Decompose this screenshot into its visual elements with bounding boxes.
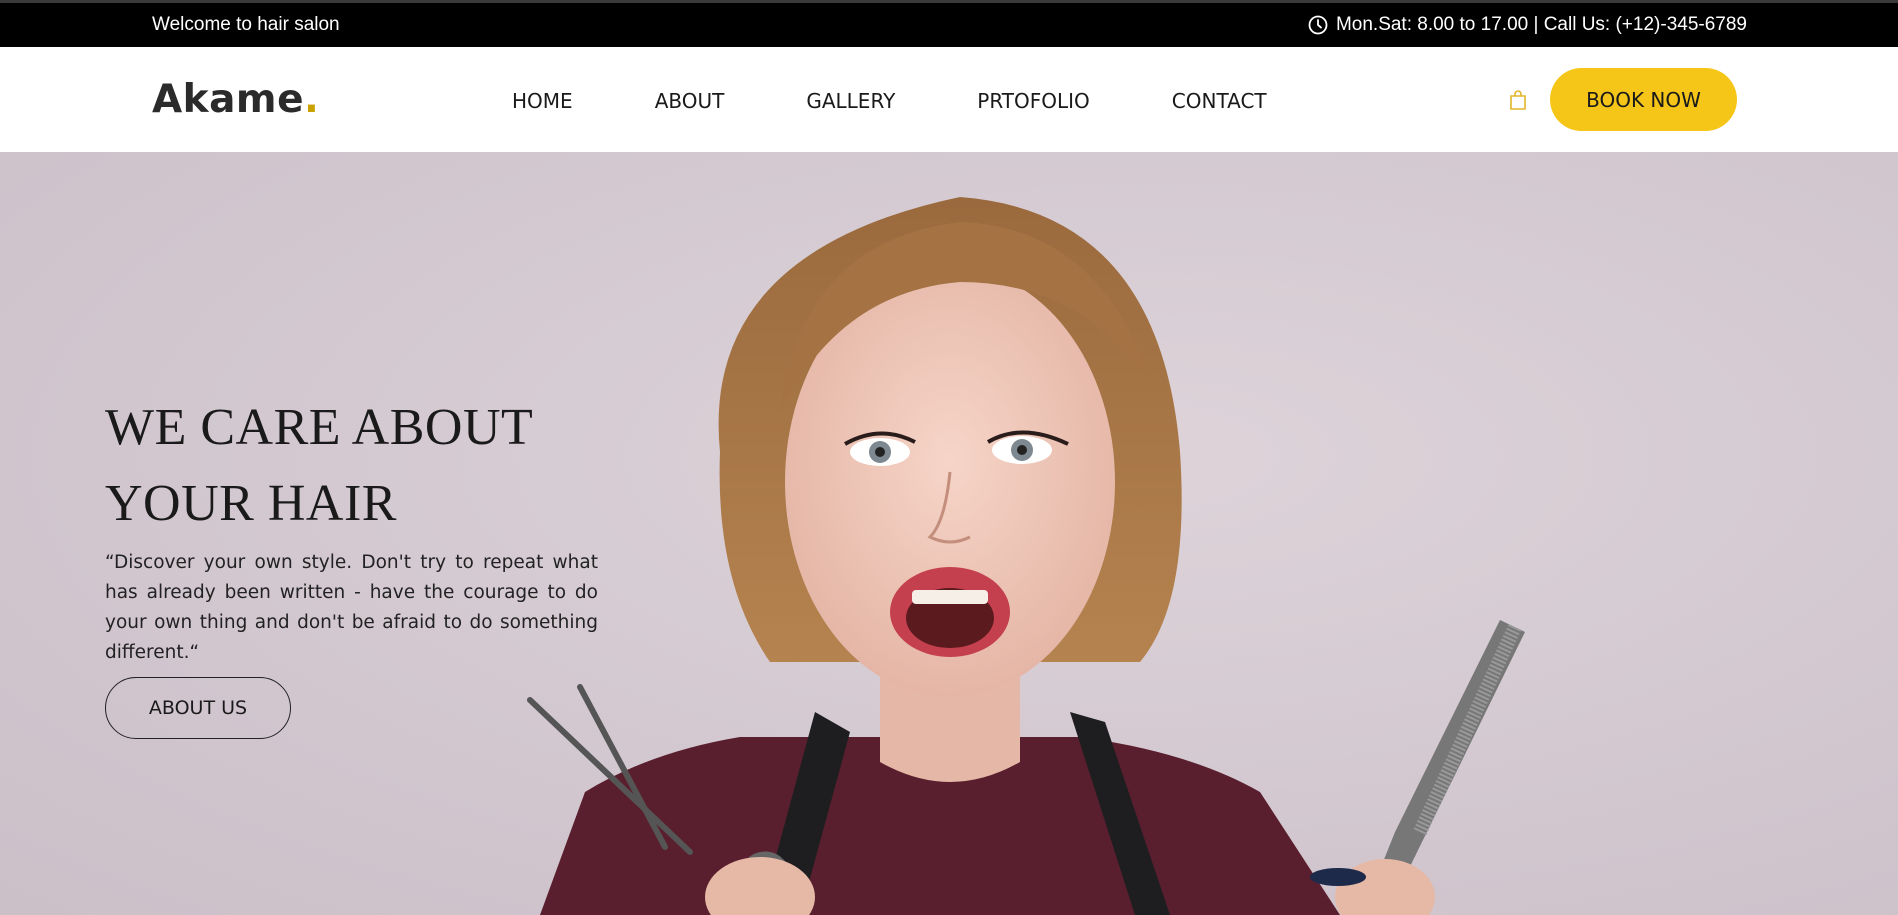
shopping-bag-icon[interactable] (1508, 89, 1528, 111)
hero-description: “Discover your own style. Don't try to r… (105, 552, 598, 663)
nav-gallery[interactable]: GALLERY (806, 89, 895, 113)
about-us-button[interactable]: ABOUT US (105, 677, 291, 739)
welcome-text: Welcome to hair salon (152, 14, 340, 35)
book-now-button[interactable]: BOOK NOW (1550, 68, 1737, 131)
nav-contact[interactable]: CONTACT (1172, 89, 1267, 113)
hours-text: Mon.Sat: 8.00 to 17.00 | Call Us: (+12)-… (1335, 14, 1747, 35)
nav-about[interactable]: ABOUT (655, 89, 725, 113)
nav-portfolio[interactable]: PRTOFOLIO (977, 89, 1090, 113)
logo[interactable]: Akame. (152, 77, 319, 122)
logo-dot: . (304, 77, 320, 122)
hero-title-line-1: WE CARE ABOUT (105, 399, 534, 456)
nav-home[interactable]: HOME (512, 89, 573, 113)
clock-icon (1308, 15, 1328, 35)
main-nav: HOME ABOUT GALLERY PRTOFOLIO CONTACT (512, 89, 1349, 113)
hours-contact: Mon.Sat: 8.00 to 17.00 | Call Us: (+12)-… (1308, 14, 1747, 36)
logo-text: Akame (152, 77, 305, 122)
navbar: Akame. HOME ABOUT GALLERY PRTOFOLIO CONT… (0, 47, 1898, 152)
top-bar: Welcome to hair salon Mon.Sat: 8.00 to 1… (0, 0, 1898, 47)
hero-title-line-2: YOUR HAIR (105, 475, 397, 532)
hero-section: WE CARE ABOUT YOUR HAIR “Discover your o… (0, 152, 1898, 915)
hero-title: WE CARE ABOUT YOUR HAIR (105, 390, 533, 542)
